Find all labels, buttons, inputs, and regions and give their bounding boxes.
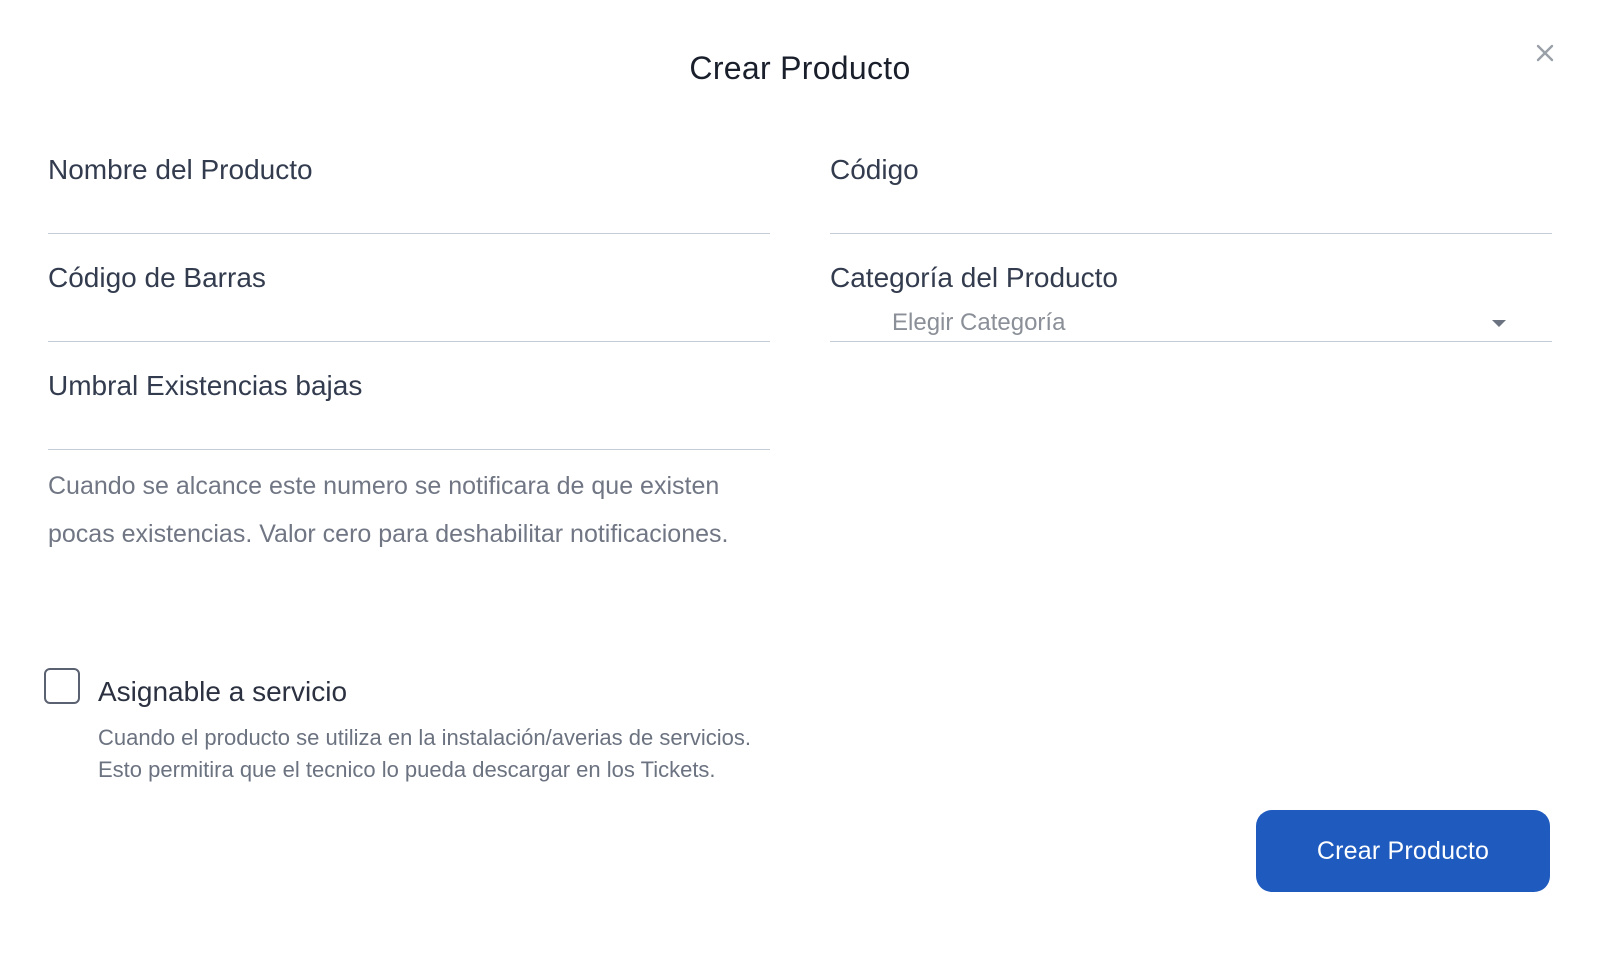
close-icon [1536, 44, 1554, 62]
barcode-field: Código de Barras [48, 234, 770, 342]
low-stock-threshold-input[interactable] [48, 409, 770, 449]
close-button[interactable] [1530, 38, 1560, 68]
barcode-label: Código de Barras [48, 262, 266, 293]
assignable-label: Asignable a servicio [98, 676, 348, 707]
code-label: Código [830, 154, 919, 185]
assignable-description: Cuando el producto se utiliza en la inst… [98, 722, 751, 786]
category-field: Categoría del Producto Elegir Categoría [830, 234, 1552, 342]
category-label: Categoría del Producto [830, 262, 1118, 293]
product-name-field: Nombre del Producto [48, 126, 770, 234]
product-name-input[interactable] [48, 193, 770, 233]
code-field: Código [830, 126, 1552, 234]
modal-title: Crear Producto [689, 50, 911, 86]
code-input[interactable] [830, 193, 1552, 233]
category-select[interactable]: Elegir Categoría [830, 301, 1552, 341]
create-product-modal: Crear Producto Nombre del Producto Códig… [0, 0, 1600, 972]
create-product-button[interactable]: Crear Producto [1256, 810, 1550, 892]
low-stock-threshold-label: Umbral Existencias bajas [48, 370, 363, 401]
assignable-description-line2: Esto permitira que el tecnico lo pueda d… [98, 757, 716, 782]
category-selected-value: Elegir Categoría [892, 309, 1066, 336]
assignable-checkbox[interactable] [44, 668, 80, 704]
assignable-description-line1: Cuando el producto se utiliza en la inst… [98, 725, 752, 750]
barcode-input[interactable] [48, 301, 770, 341]
low-stock-threshold-field: Umbral Existencias bajas [48, 342, 770, 450]
product-name-label: Nombre del Producto [48, 154, 313, 185]
low-stock-help-text: Cuando se alcance este numero se notific… [48, 472, 729, 548]
chevron-down-icon [1492, 320, 1506, 327]
